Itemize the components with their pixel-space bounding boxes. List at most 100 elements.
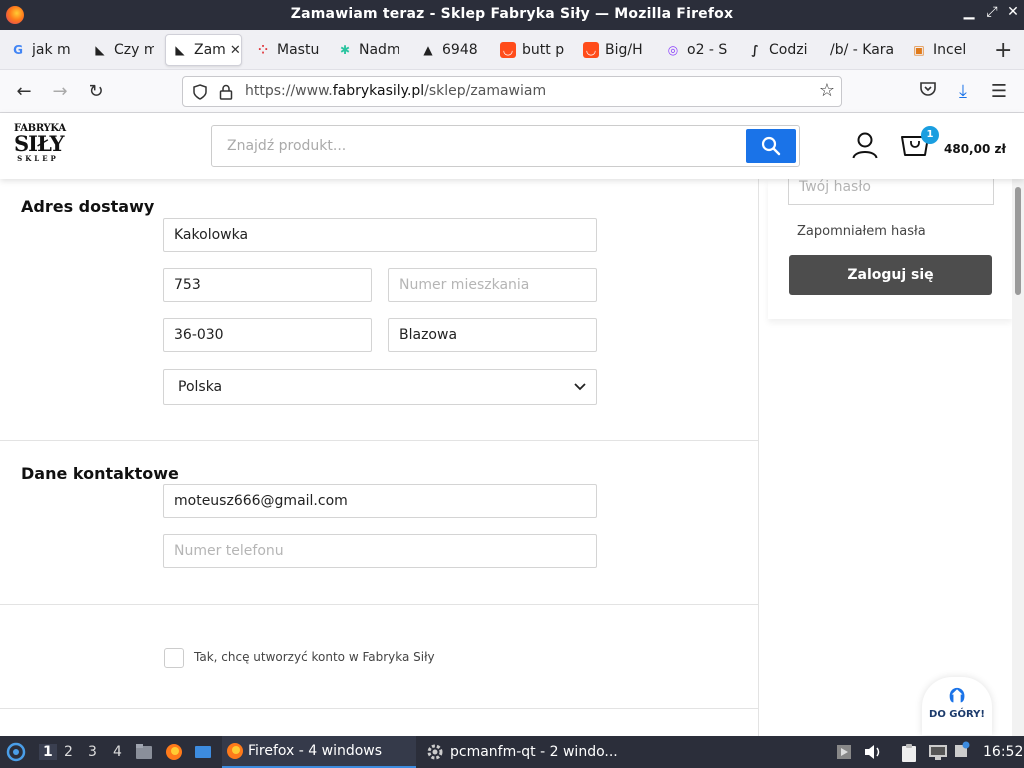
workspace-1[interactable]: 1 [39, 744, 57, 760]
search-button[interactable] [746, 129, 796, 163]
taskbar-pcmanfm[interactable]: pcmanfm-qt - 2 windo... [426, 736, 626, 768]
scrollbar-thumb[interactable] [1015, 187, 1021, 295]
taskbar-task-label: Firefox - 4 windows [248, 743, 383, 759]
tab-label: jak m [32, 42, 71, 58]
window-title: Zamawiam teraz - Sklep Fabryka Siły — Mo… [290, 6, 734, 22]
city-field[interactable]: Blazowa [388, 318, 597, 352]
tab-6948[interactable]: ▲ 6948 [420, 34, 482, 66]
site-icon: ▲ [423, 43, 433, 57]
workspace-3[interactable]: 3 [88, 744, 97, 760]
tab-label: Big/H [605, 42, 643, 58]
create-account-checkbox[interactable] [164, 648, 184, 668]
tab-label: butt p [522, 42, 564, 58]
clipboard-icon[interactable] [900, 743, 918, 767]
url-text: https://www.fabrykasily.pl/sklep/zamawia… [245, 83, 547, 99]
notification-icon[interactable] [954, 741, 970, 763]
tab-label: Codzi [769, 42, 808, 58]
tab-label: Incel [933, 42, 967, 58]
pocket-icon[interactable] [916, 80, 940, 104]
tab-jak-m[interactable]: G jak m [10, 34, 78, 66]
house-number-field[interactable]: 753 [163, 268, 372, 302]
lock-icon[interactable] [219, 84, 233, 100]
product-search [211, 125, 800, 167]
taskbar-firefox[interactable]: Firefox - 4 windows [222, 736, 416, 768]
site-icon: ◣ [95, 43, 105, 57]
file-manager-icon[interactable] [135, 743, 153, 765]
tab-label: 6948 [442, 42, 478, 58]
forgot-password-link[interactable]: Zapomniałem hasła [797, 224, 926, 239]
create-account-label[interactable]: Tak, chcę utworzyć konto w Fabryka Siły [194, 650, 435, 664]
tab-label: o2 - S [687, 42, 727, 58]
taskbar: 1 2 3 4 Firefox - 4 windows pcmanfm-qt -… [0, 736, 1024, 768]
maximize-icon[interactable]: ⤢ [983, 4, 1001, 20]
tab-big[interactable]: ◡ Big/H [583, 34, 645, 66]
tab-codzi[interactable]: ∫ Codzi [747, 34, 809, 66]
tab-b-kara[interactable]: /b/ - Kara [830, 34, 894, 66]
delivery-heading: Adres dostawy [21, 197, 155, 216]
workspace-2[interactable]: 2 [64, 744, 73, 760]
site-icon: ∫ [751, 43, 759, 57]
back-icon[interactable]: ← [12, 80, 36, 104]
firefox-launcher-icon[interactable] [165, 743, 183, 765]
street-field[interactable]: Kakolowka [163, 218, 597, 252]
media-icon[interactable] [836, 743, 852, 765]
workspace-4[interactable]: 4 [113, 744, 122, 760]
checkout-form: Adres dostawy Kakolowka 753 Numer mieszk… [0, 179, 759, 736]
network-icon[interactable] [928, 743, 948, 765]
tab-butt[interactable]: ◡ butt p [500, 34, 564, 66]
tab-nadm[interactable]: ✱ Nadm [337, 34, 399, 66]
tab-bar: G jak m ◣ Czy m ◣ Zam ✕ ⁘ Mastu ✱ Nadm ▲… [0, 30, 1024, 70]
forward-icon[interactable]: → [48, 80, 72, 104]
shield-icon[interactable] [192, 84, 208, 100]
volume-icon[interactable] [863, 743, 883, 765]
window-titlebar: Zamawiam teraz - Sklep Fabryka Siły — Mo… [0, 0, 1024, 30]
menu-icon[interactable]: ☰ [987, 80, 1011, 104]
start-menu-icon[interactable] [6, 742, 26, 766]
back-to-top-button[interactable]: ⮉ DO GÓRY! [922, 677, 992, 735]
back-to-top-label: DO GÓRY! [929, 709, 985, 720]
contact-heading: Dane kontaktowe [21, 464, 179, 483]
download-icon[interactable]: ⤓ [951, 80, 975, 104]
cart-count-badge: 1 [921, 126, 939, 144]
new-tab-icon[interactable]: + [994, 38, 1012, 63]
search-icon [761, 136, 781, 156]
o2-icon: ◎ [667, 43, 679, 57]
firefox-icon [227, 743, 243, 759]
search-input[interactable] [212, 126, 742, 166]
tab-o2[interactable]: ◎ o2 - S [665, 34, 727, 66]
reload-icon[interactable]: ↻ [84, 80, 108, 104]
tab-close-icon[interactable]: ✕ [230, 43, 241, 58]
page-scrollbar[interactable] [1012, 179, 1024, 736]
minimize-icon[interactable]: ▁ [960, 4, 978, 20]
close-icon[interactable]: ✕ [1004, 4, 1022, 20]
tab-label: Nadm [359, 42, 399, 58]
arrow-up-icon: ⮉ [949, 683, 965, 707]
url-bar[interactable]: https://www.fabrykasily.pl/sklep/zamawia… [182, 76, 842, 107]
nadm-icon: ✱ [339, 43, 351, 57]
bookmark-star-icon[interactable]: ☆ [819, 80, 835, 101]
site-icon: ▣ [913, 43, 925, 57]
phone-field[interactable]: Numer telefonu [163, 534, 597, 568]
aliexpress-icon: ◡ [583, 42, 599, 58]
cart-total[interactable]: 480,00 zł [944, 142, 1006, 156]
tab-incel[interactable]: ▣ Incel [911, 34, 977, 66]
tab-czy-m[interactable]: ◣ Czy m [92, 34, 154, 66]
apartment-number-field[interactable]: Numer mieszkania [388, 268, 597, 302]
email-field[interactable]: moteusz666@gmail.com [163, 484, 597, 518]
tab-label: Zam [194, 42, 226, 58]
postal-code-field[interactable]: 36-030 [163, 318, 372, 352]
login-button[interactable]: Zaloguj się [789, 255, 992, 295]
tab-label: Mastu [277, 42, 319, 58]
tab-mastu[interactable]: ⁘ Mastu [255, 34, 319, 66]
clock[interactable]: 16:52 [983, 744, 1023, 760]
desktop-icon[interactable] [194, 743, 212, 765]
country-select[interactable]: Polska [163, 369, 597, 405]
fabryka-sily-logo[interactable]: FABRYKA SIŁY SKLEP [14, 123, 66, 163]
password-field[interactable]: Twój hasło [788, 179, 994, 205]
fabryka-icon: ◣ [175, 43, 185, 57]
user-account-icon[interactable] [852, 131, 878, 159]
section-divider [0, 604, 759, 605]
google-icon: G [13, 43, 23, 57]
tab-zamawiam[interactable]: ◣ Zam ✕ [165, 34, 242, 66]
chevron-down-icon [574, 370, 586, 417]
